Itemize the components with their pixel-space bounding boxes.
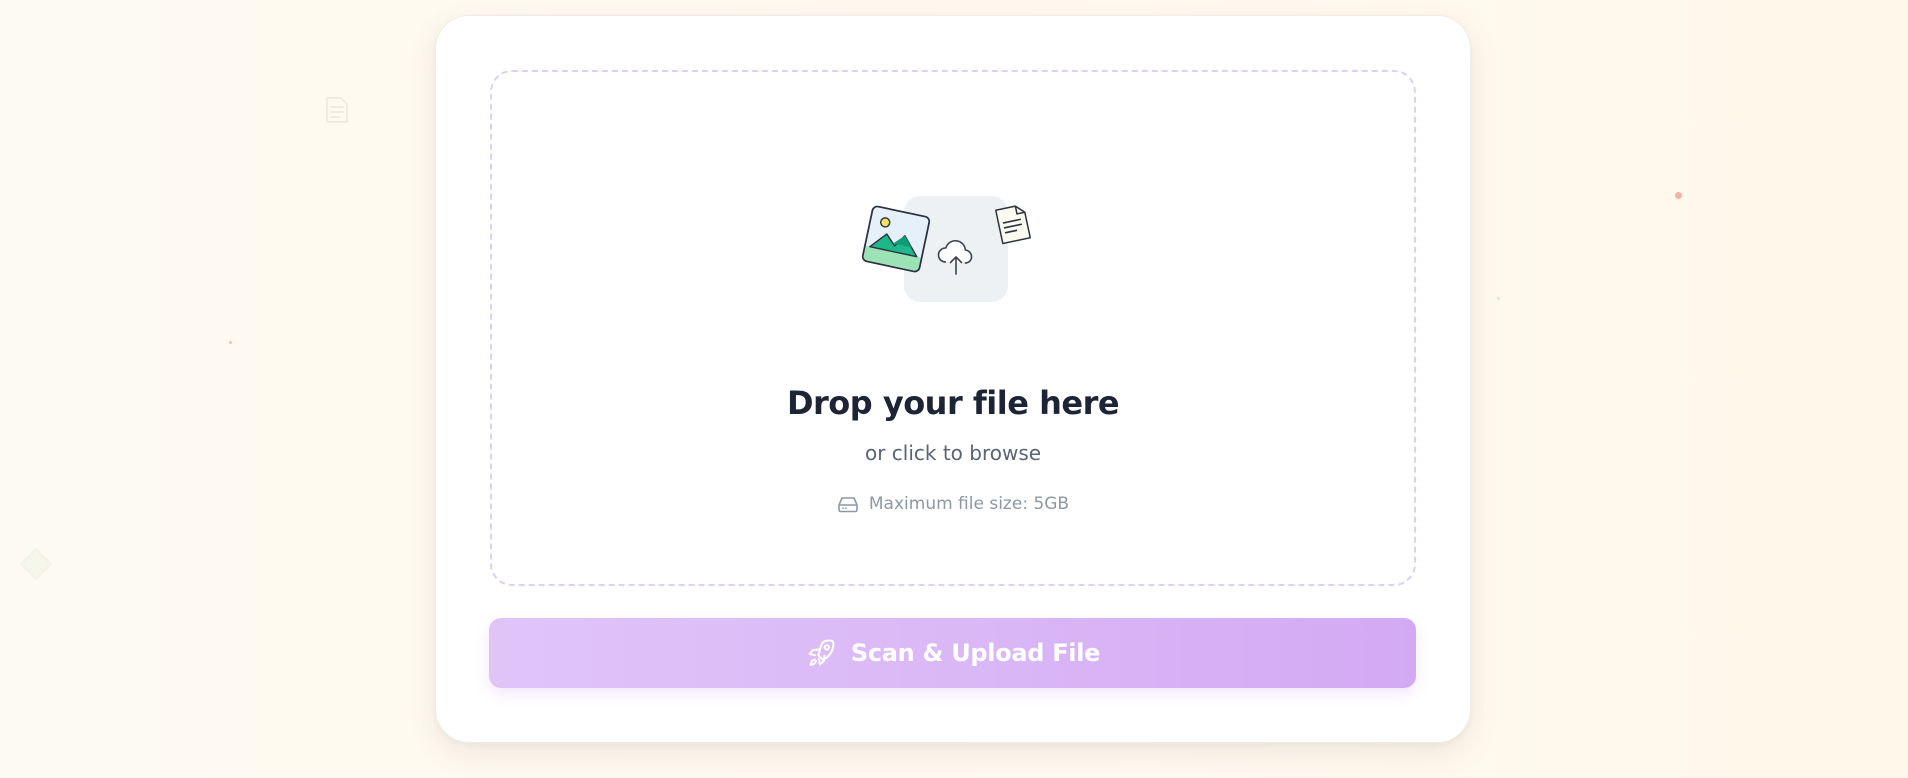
- background-diamond-icon: [19, 547, 53, 581]
- background-dot: [229, 341, 232, 344]
- max-file-size-label: Maximum file size: 5GB: [868, 494, 1070, 514]
- document-icon: [995, 205, 1031, 245]
- image-icon: [861, 205, 931, 273]
- dropzone-title: Drop your file here: [786, 384, 1120, 422]
- background-dot: [1675, 192, 1682, 199]
- rocket-icon: [808, 639, 835, 666]
- max-file-size-info: Maximum file size: 5GB: [490, 494, 1416, 514]
- background-dot: [1497, 297, 1500, 300]
- browse-hint[interactable]: or click to browse: [490, 441, 1416, 465]
- background-document-icon: [326, 97, 348, 123]
- cloud-upload-icon: [937, 239, 973, 275]
- upload-illustration: [858, 196, 1036, 306]
- scan-upload-button-label: Scan & Upload File: [850, 639, 1101, 667]
- scan-upload-button[interactable]: Scan & Upload File: [489, 618, 1416, 688]
- hard-drive-icon: [838, 497, 858, 513]
